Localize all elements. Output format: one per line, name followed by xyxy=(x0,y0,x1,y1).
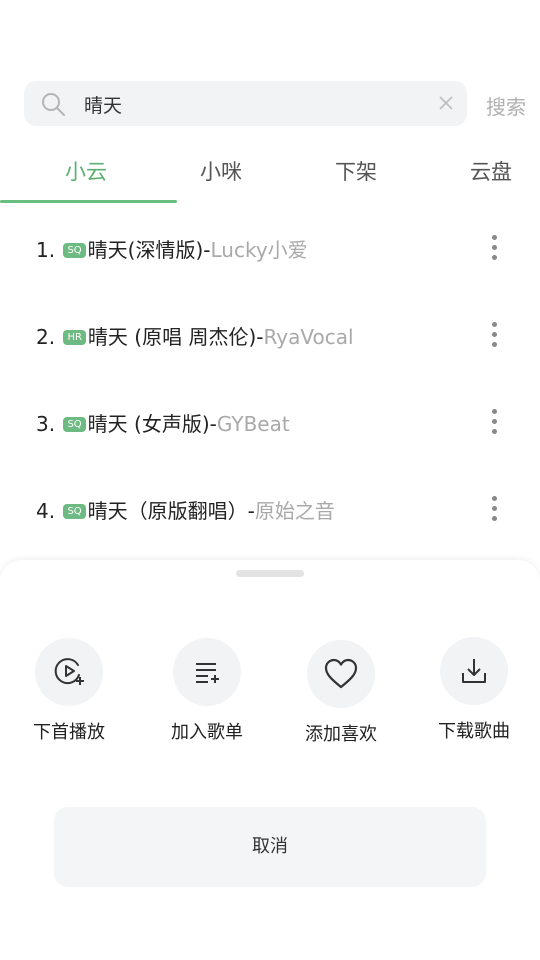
song-title: 晴天（原版翻唱）- xyxy=(87,499,255,523)
download-label: 下载歌曲 xyxy=(438,721,510,742)
action-sheet: 下首播放 加入歌单 添加喜欢 下载歌曲 取消 xyxy=(0,560,540,960)
quality-badge: HR xyxy=(63,330,86,345)
add-to-playlist-button[interactable]: 加入歌单 xyxy=(157,638,257,744)
add-to-playlist-icon xyxy=(173,638,241,706)
play-next-label: 下首播放 xyxy=(33,722,105,743)
search-button[interactable]: 搜索 xyxy=(486,91,526,120)
song-row[interactable]: 1. SQ 晴天(深情版)-Lucky小爱 xyxy=(0,218,540,278)
more-options-icon[interactable] xyxy=(486,230,502,264)
cancel-button[interactable]: 取消 xyxy=(54,807,486,887)
heart-icon xyxy=(307,640,375,708)
song-title: 晴天(深情版)- xyxy=(87,238,211,262)
search-input[interactable]: 晴天 xyxy=(84,91,122,118)
song-artist: RyaVocal xyxy=(263,325,354,349)
download-icon xyxy=(440,637,508,705)
more-options-icon[interactable] xyxy=(486,317,502,351)
song-title: 晴天 (原唱 周杰伦)- xyxy=(87,325,264,349)
search-icon xyxy=(42,93,65,116)
tab-indicator xyxy=(0,200,177,203)
tab-yunpan[interactable]: 云盘 xyxy=(431,156,540,186)
song-index: 2. xyxy=(36,325,56,349)
tab-xiajia[interactable]: 下架 xyxy=(296,156,416,186)
add-to-playlist-label: 加入歌单 xyxy=(171,722,243,743)
tab-xiaoyun[interactable]: 小云 xyxy=(26,156,146,186)
download-button[interactable]: 下载歌曲 xyxy=(424,637,524,743)
song-row[interactable]: 2. HR 晴天 (原唱 周杰伦)-RyaVocal xyxy=(0,305,540,365)
tab-xiaomi[interactable]: 小咪 xyxy=(161,156,281,186)
song-row[interactable]: 3. SQ 晴天 (女声版)-GYBeat xyxy=(0,392,540,452)
add-favorite-button[interactable]: 添加喜欢 xyxy=(291,640,391,746)
play-next-icon xyxy=(35,638,103,706)
more-options-icon[interactable] xyxy=(486,491,502,525)
song-index: 1. xyxy=(36,238,56,262)
clear-icon[interactable] xyxy=(437,94,455,112)
song-artist: Lucky小爱 xyxy=(210,238,308,262)
quality-badge: SQ xyxy=(63,417,86,432)
play-next-button[interactable]: 下首播放 xyxy=(19,638,119,744)
song-index: 4. xyxy=(36,499,56,523)
more-options-icon[interactable] xyxy=(486,404,502,438)
song-artist: 原始之音 xyxy=(254,499,335,523)
song-artist: GYBeat xyxy=(216,412,290,436)
tab-bar: 小云 小咪 下架 云盘 xyxy=(0,148,540,206)
song-title: 晴天 (女声版)- xyxy=(87,412,217,436)
quality-badge: SQ xyxy=(63,504,86,519)
song-index: 3. xyxy=(36,412,56,436)
search-bar[interactable]: 晴天 xyxy=(24,81,467,126)
quality-badge: SQ xyxy=(63,243,86,258)
song-row[interactable]: 4. SQ 晴天（原版翻唱）-原始之音 xyxy=(0,479,540,539)
add-favorite-label: 添加喜欢 xyxy=(305,724,377,745)
sheet-drag-handle[interactable] xyxy=(236,570,304,577)
